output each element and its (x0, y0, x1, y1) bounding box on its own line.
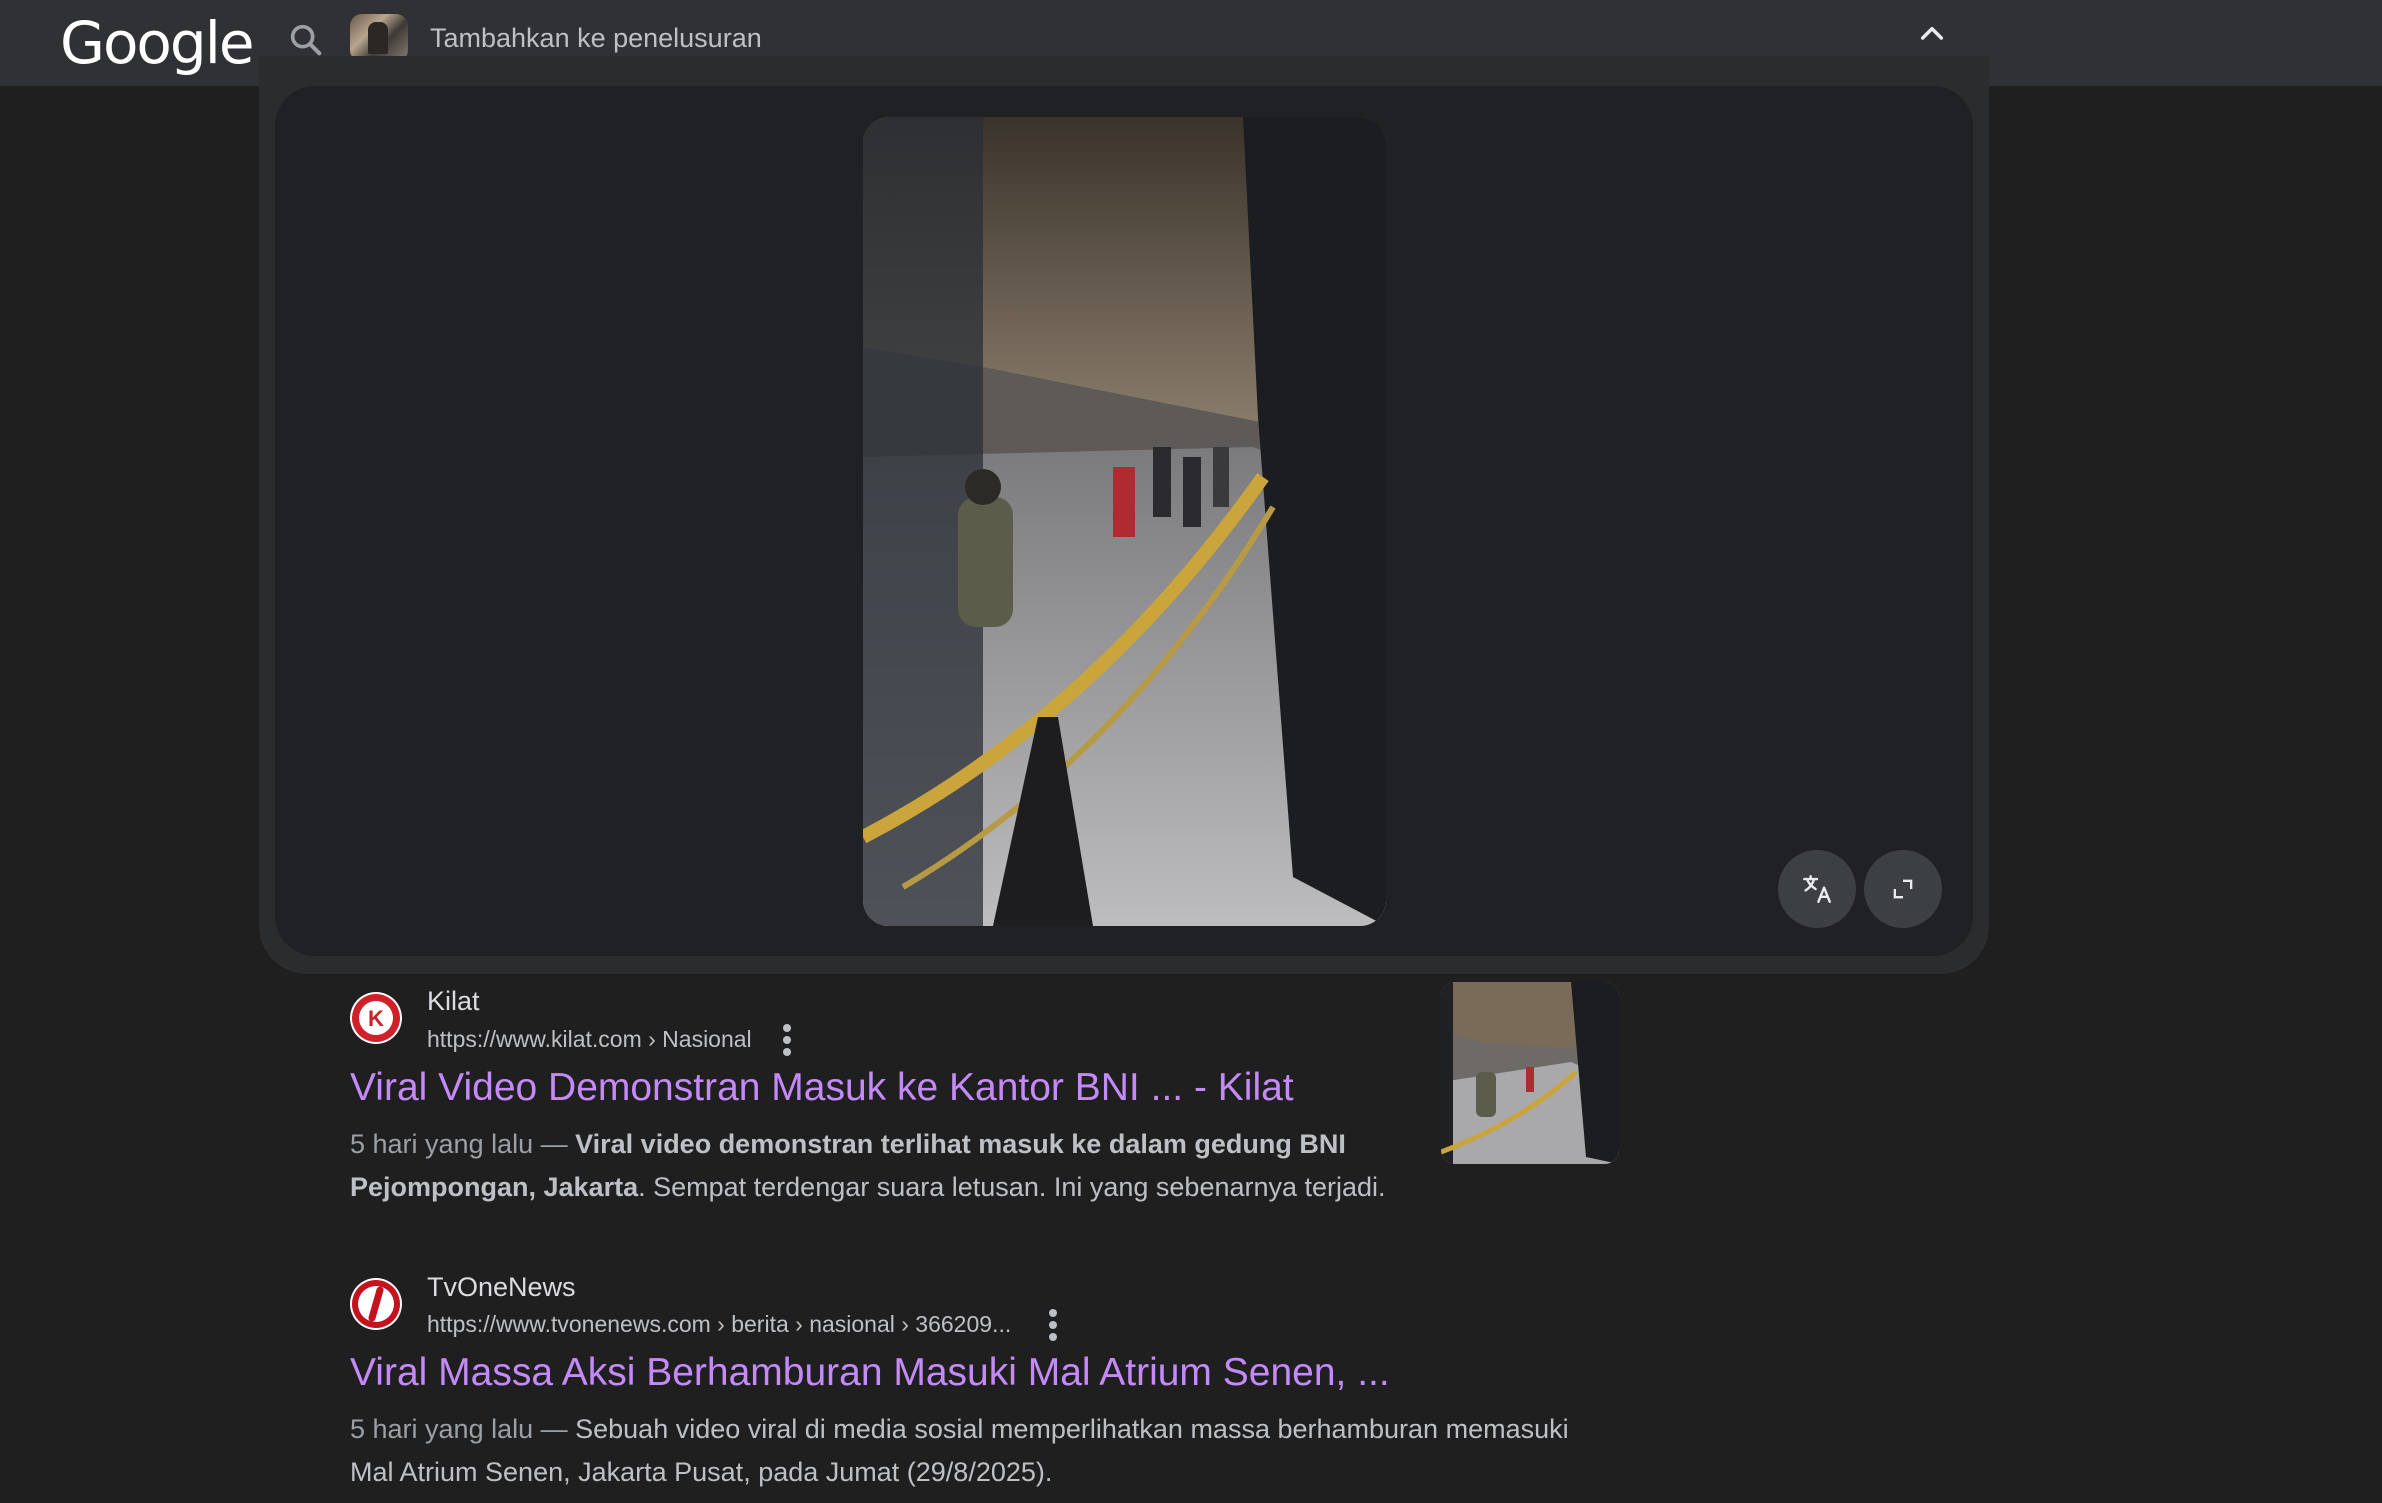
expand-icon (1893, 879, 1913, 899)
query-image[interactable] (863, 117, 1386, 926)
translate-icon (1803, 875, 1831, 903)
more-options-icon[interactable] (1044, 1307, 1062, 1343)
result-date: 5 hari yang lalu — (350, 1129, 576, 1159)
kilat-favicon: K (350, 992, 402, 1044)
search-icon[interactable] (286, 20, 326, 60)
more-options-icon[interactable] (778, 1022, 796, 1058)
result-snippet: 5 hari yang lalu — Viral video demonstra… (350, 1123, 1410, 1209)
fullscreen-button[interactable] (1864, 850, 1942, 928)
chevron-up-icon[interactable] (1912, 18, 1952, 50)
result-date: 5 hari yang lalu — (350, 1414, 576, 1444)
result-thumbnail[interactable] (1441, 982, 1619, 1164)
result-snippet: 5 hari yang lalu — Sebuah video viral di… (350, 1408, 1600, 1494)
search-input[interactable]: Tambahkan ke penelusuran (430, 20, 762, 56)
result-title-link[interactable]: Viral Video Demonstran Masuk ke Kantor B… (350, 1066, 1294, 1110)
site-url[interactable]: https://www.kilat.com › Nasional (427, 1026, 752, 1053)
translate-button[interactable] (1778, 850, 1856, 928)
svg-text:K: K (368, 1006, 384, 1031)
site-name: Kilat (427, 986, 480, 1016)
site-name: TvOneNews (427, 1272, 576, 1302)
google-logo[interactable]: Google (60, 4, 255, 82)
result-title-link[interactable]: Viral Massa Aksi Berhamburan Masuki Mal … (350, 1351, 1390, 1395)
query-image-thumbnail[interactable] (350, 14, 408, 62)
tvonenews-favicon (350, 1278, 402, 1330)
site-url[interactable]: https://www.tvonenews.com › berita › nas… (427, 1311, 1011, 1338)
snippet-text: . Sempat terdengar suara letusan. Ini ya… (638, 1172, 1386, 1202)
